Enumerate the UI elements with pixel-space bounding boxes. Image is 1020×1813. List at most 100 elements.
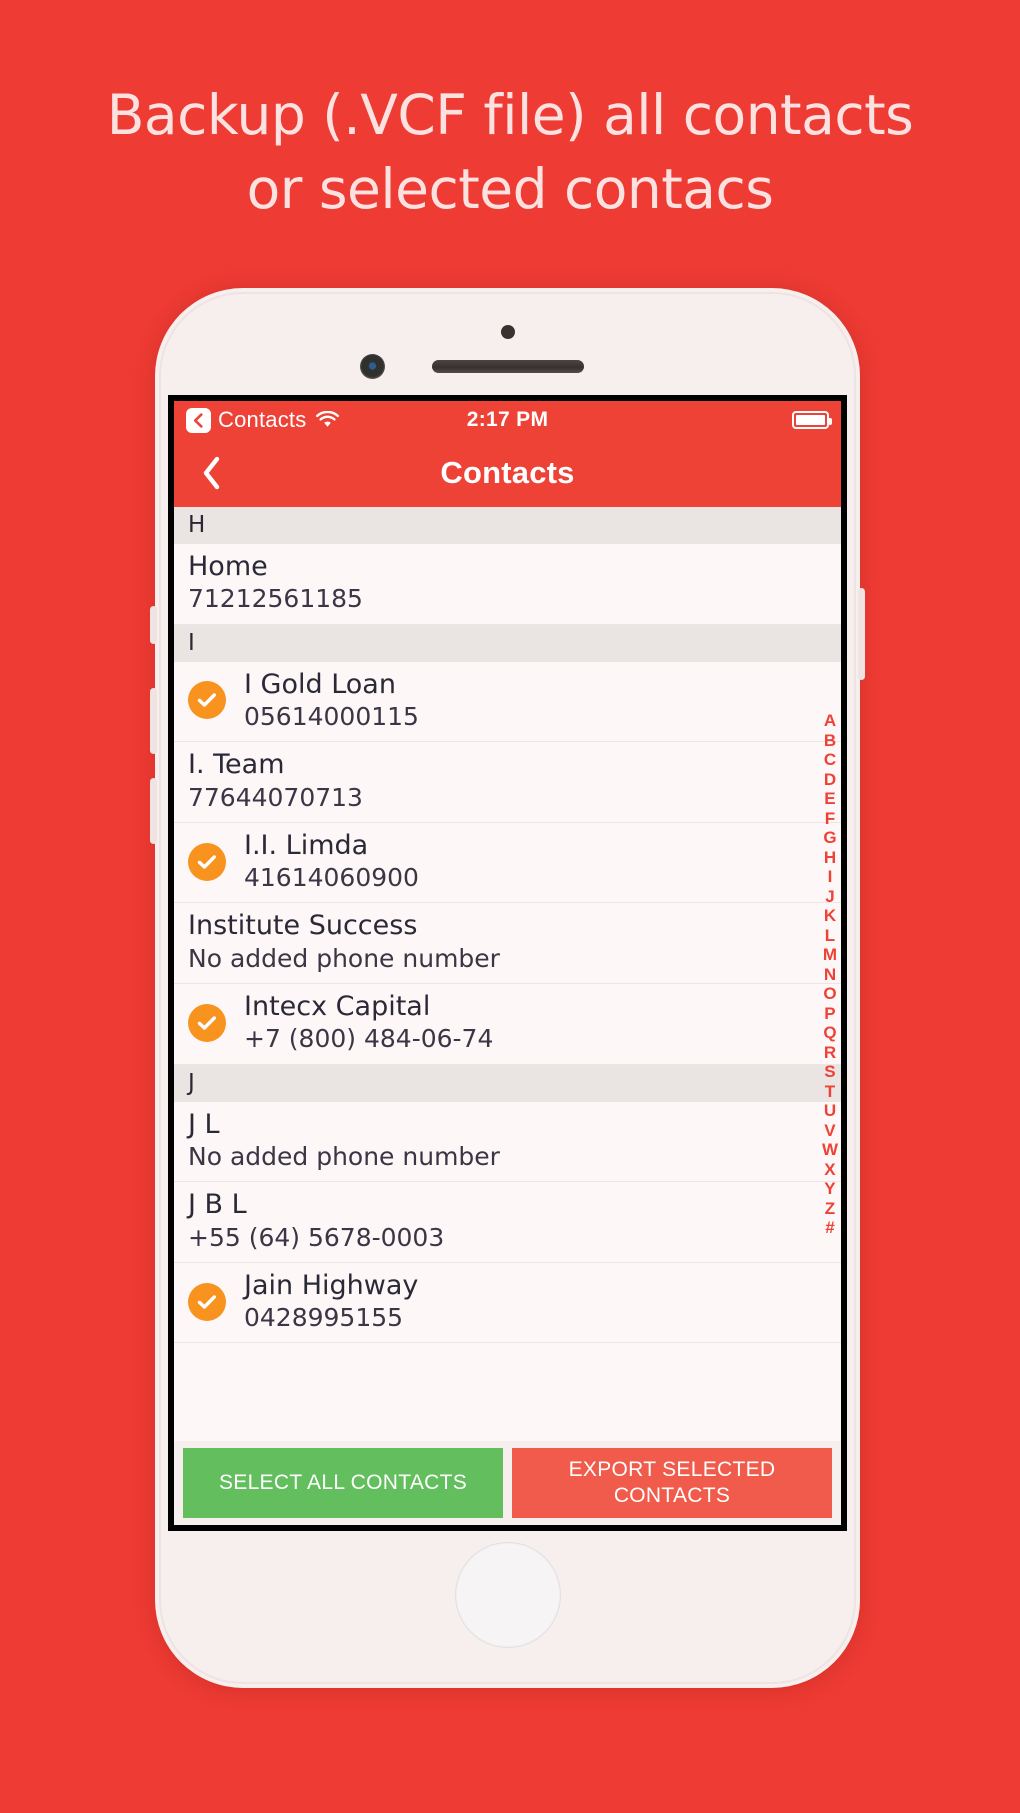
select-all-contacts-button[interactable]: SELECT ALL CONTACTS — [183, 1448, 503, 1518]
alphabet-index-letter[interactable]: O — [823, 984, 836, 1004]
status-bar-right — [792, 411, 832, 429]
volume-up-button[interactable] — [150, 688, 157, 754]
phone-mockup: Contacts 2:17 PM Contacts H Home 7121256… — [150, 288, 865, 1688]
contact-details: I.I. Limda 41614060900 — [244, 829, 419, 893]
contact-selected-checkbox[interactable] — [188, 681, 226, 720]
chevron-left-icon — [203, 456, 220, 490]
alphabet-index-letter[interactable]: N — [824, 964, 836, 984]
alphabet-index-letter[interactable]: C — [824, 750, 836, 770]
status-bar: Contacts 2:17 PM — [174, 401, 841, 439]
alphabet-index-letter[interactable]: Y — [824, 1179, 835, 1199]
contact-selected-checkbox[interactable] — [188, 1003, 226, 1042]
alphabet-index-letter[interactable]: P — [824, 1003, 835, 1023]
contact-phone: 77644070713 — [188, 782, 363, 812]
alphabet-index-letter[interactable]: W — [822, 1140, 838, 1160]
contact-row[interactable]: Intecx Capital +7 (800) 484-06-74 — [174, 983, 841, 1065]
contacts-list[interactable]: H Home 71212561185 I I Gold Loan 05614000115 I… — [174, 507, 841, 1441]
contact-details: I Gold Loan 05614000115 — [244, 668, 419, 731]
check-icon — [197, 1016, 216, 1030]
contact-details: J L No added phone number — [188, 1108, 500, 1171]
alphabet-index-letter[interactable]: F — [825, 808, 835, 828]
headline-line-2: or selected contacs — [246, 157, 774, 221]
proximity-sensor-icon — [500, 325, 515, 339]
contact-name: I Gold Loan — [244, 668, 396, 700]
alphabet-index-letter[interactable]: U — [824, 1101, 836, 1121]
alphabet-index-letter[interactable]: K — [824, 906, 836, 926]
contact-phone: 41614060900 — [244, 863, 419, 893]
contact-row[interactable]: Home 71212561185 — [174, 544, 841, 625]
contact-row[interactable]: Institute Success No added phone number — [174, 903, 841, 984]
alphabet-index-letter[interactable]: X — [824, 1159, 835, 1179]
silent-switch[interactable] — [150, 606, 157, 644]
status-back-icon[interactable] — [186, 407, 211, 433]
contact-phone: +55 (64) 5678-0003 — [188, 1222, 445, 1252]
contact-row[interactable]: Jain Highway 0428995155 — [174, 1262, 841, 1344]
contact-row[interactable]: I.I. Limda 41614060900 — [174, 822, 841, 904]
contact-details: Institute Success No added phone number — [188, 912, 500, 972]
contact-phone: No added phone number — [188, 1141, 500, 1171]
section-header: H — [174, 507, 841, 544]
page-title: Backup (.VCF file) all contacts or selec… — [0, 78, 1020, 226]
contact-selected-checkbox[interactable] — [188, 842, 226, 881]
battery-icon — [792, 411, 832, 429]
earpiece-speaker — [431, 360, 584, 373]
contacts-list-container: H Home 71212561185 I I Gold Loan 05614000115 I… — [174, 507, 841, 1441]
contact-selected-checkbox[interactable] — [188, 1282, 226, 1321]
back-button[interactable] — [174, 439, 248, 507]
contact-name: I.I. Limda — [244, 829, 369, 861]
alphabet-index-letter[interactable]: B — [824, 730, 836, 750]
contact-details: I. Team 77644070713 — [188, 750, 363, 812]
contact-name: Intecx Capital — [244, 990, 431, 1022]
alphabet-index-letter[interactable]: A — [824, 711, 836, 731]
section-header: J — [174, 1064, 841, 1102]
status-bar-left[interactable]: Contacts — [186, 407, 340, 433]
contact-name: Jain Highway — [244, 1269, 419, 1301]
export-selected-contacts-button[interactable]: EXPORT SELECTED CONTACTS — [512, 1448, 832, 1518]
alphabet-index-letter[interactable]: R — [824, 1042, 836, 1062]
home-button[interactable] — [454, 1542, 561, 1648]
volume-down-button[interactable] — [150, 778, 157, 844]
contact-name: J B L — [188, 1189, 247, 1221]
alphabet-index-letter[interactable]: L — [825, 925, 835, 945]
alphabet-index-letter[interactable]: # — [825, 1218, 834, 1238]
contact-row[interactable]: I Gold Loan 05614000115 — [174, 661, 841, 743]
alphabet-index-letter[interactable]: M — [823, 945, 837, 965]
alphabet-index-letter[interactable]: S — [824, 1062, 835, 1082]
front-camera-icon — [360, 354, 385, 379]
contact-phone: 0428995155 — [244, 1303, 404, 1333]
contact-name: Home — [188, 551, 268, 582]
contact-row[interactable]: J B L +55 (64) 5678-0003 — [174, 1182, 841, 1263]
app-screen: Contacts 2:17 PM Contacts H Home 7121256… — [174, 401, 841, 1525]
alphabet-index-letter[interactable]: T — [825, 1081, 835, 1101]
alphabet-index-letter[interactable]: J — [825, 886, 834, 906]
contact-details: Home 71212561185 — [188, 551, 363, 614]
power-button[interactable] — [858, 588, 865, 680]
alphabet-index-letter[interactable]: Q — [823, 1023, 836, 1043]
contact-row[interactable]: J L No added phone number — [174, 1101, 841, 1183]
contact-details: Intecx Capital +7 (800) 484-06-74 — [244, 990, 493, 1053]
alphabet-index-letter[interactable]: H — [824, 847, 836, 867]
check-icon — [197, 1294, 216, 1309]
alphabet-index-letter[interactable]: G — [823, 828, 836, 848]
action-bar: SELECT ALL CONTACTS EXPORT SELECTED CONT… — [174, 1441, 841, 1525]
contact-phone: 71212561185 — [188, 584, 363, 614]
contact-phone: No added phone number — [188, 943, 500, 973]
contact-phone: 05614000115 — [244, 701, 419, 731]
contact-name: J L — [188, 1108, 220, 1140]
status-app-label[interactable]: Contacts — [218, 407, 306, 433]
section-header: I — [174, 624, 841, 662]
navigation-bar: Contacts — [174, 439, 841, 507]
check-icon — [197, 854, 216, 869]
alphabet-index-letter[interactable]: I — [828, 867, 833, 887]
contact-details: Jain Highway 0428995155 — [244, 1269, 419, 1333]
screen-title: Contacts — [440, 455, 575, 490]
alphabet-index-letter[interactable]: D — [824, 769, 836, 789]
alphabet-index-letter[interactable]: Z — [825, 1198, 835, 1218]
contact-row[interactable]: I. Team 77644070713 — [174, 742, 841, 823]
check-icon — [197, 693, 216, 708]
alphabet-index-letter[interactable]: E — [824, 789, 835, 809]
alphabet-index-letter[interactable]: V — [824, 1120, 835, 1140]
promo-page: Backup (.VCF file) all contacts or selec… — [0, 0, 1020, 1813]
contact-details: J B L +55 (64) 5678-0003 — [188, 1189, 445, 1252]
alphabet-index[interactable]: A B C D E F G H I J K L M N O P Q R S T U V W X Y Z # — [822, 711, 838, 1238]
